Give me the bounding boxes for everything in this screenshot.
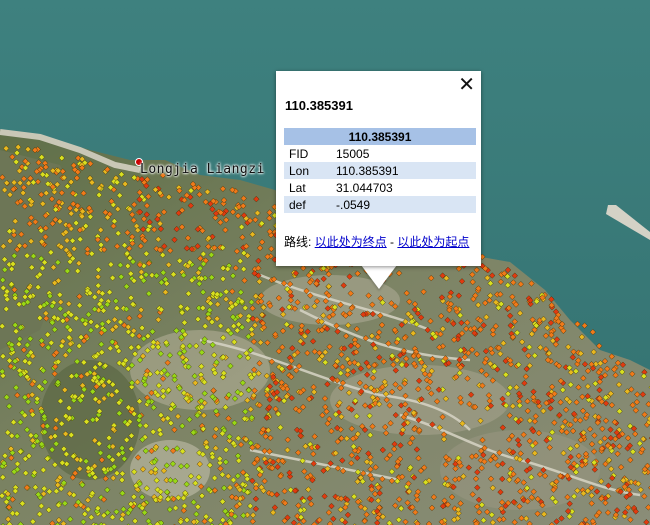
popup-pointer [361,265,397,289]
route-separator: - [386,235,398,249]
popup-title: 110.385391 [285,98,353,113]
attr-key: Lat [289,180,306,195]
attr-key: Lon [284,162,331,179]
route-to-here-link[interactable]: 以此处为终点 [315,235,387,249]
attr-value: 110.385391 [331,162,476,179]
route-links: 路线: 以此处为终点 - 以此处为起点 [284,233,469,250]
table-header: 110.385391 [284,128,476,145]
attr-value: 31.044703 [336,180,393,195]
attr-value: -.0549 [331,196,476,213]
attr-key: FID [289,146,309,161]
attribute-table: 110.385391 FID 15005 Lon 110.385391 Lat … [284,128,476,213]
attr-value: 15005 [336,146,370,161]
close-icon[interactable]: ✕ [458,73,475,95]
table-row: Lat 31.044703 [284,179,476,196]
info-popup: ✕ 110.385391 110.385391 FID 15005 Lon 11… [276,71,481,266]
place-label: Longjia Liangzi [140,162,265,177]
route-from-here-link[interactable]: 以此处为起点 [397,235,469,249]
table-row: def -.0549 [284,196,476,213]
attr-key: def [284,196,331,213]
table-row: Lon 110.385391 [284,162,476,179]
route-label: 路线: [284,235,312,249]
table-row: FID 15005 [284,145,476,162]
